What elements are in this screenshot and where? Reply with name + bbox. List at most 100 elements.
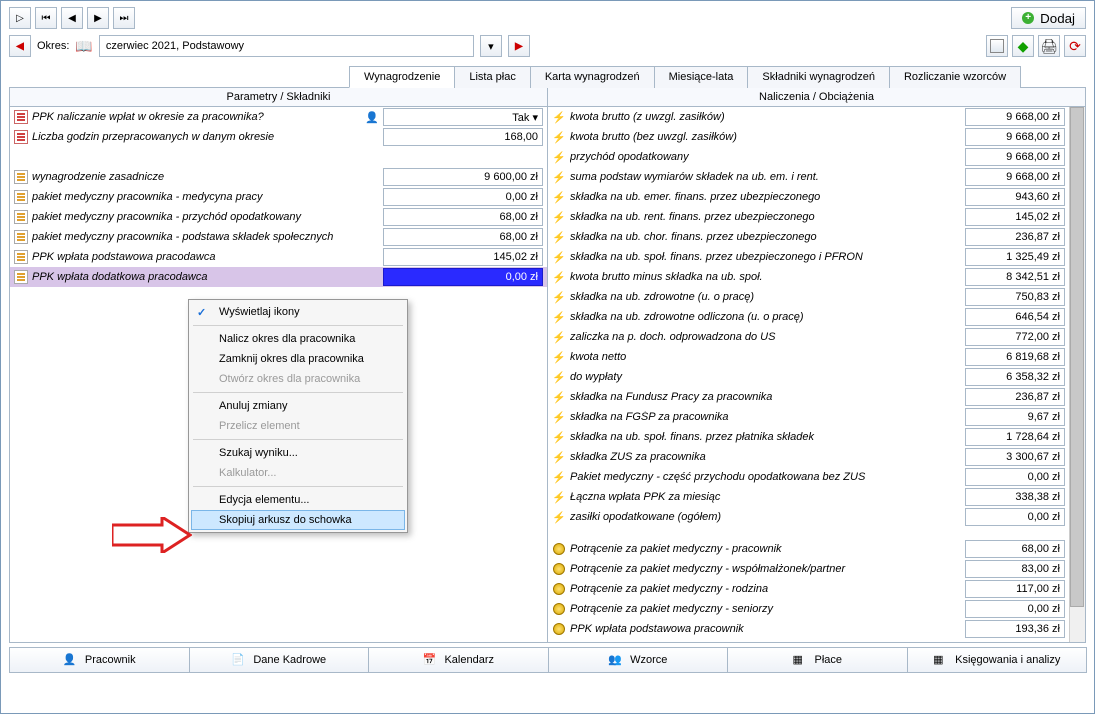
value-field[interactable]: 0,00 zł [383, 268, 543, 286]
value-field[interactable]: 68,00 zł [383, 228, 543, 246]
calculation-row[interactable]: Potrącenie za pakiet medyczny - rodzina1… [548, 579, 1069, 599]
parameter-row[interactable]: PPK naliczanie wpłat w okresie za pracow… [10, 107, 547, 127]
menu-item-label: Przelicz element [219, 420, 300, 432]
calculation-row[interactable]: Potrącenie za pakiet medyczny - pracowni… [548, 539, 1069, 559]
bottom-tab-pracownik[interactable]: 👤Pracownik [9, 647, 190, 673]
period-prev-button[interactable]: ◀ [9, 35, 31, 57]
coin-icon [552, 602, 566, 616]
parameter-row[interactable]: pakiet medyczny pracownika - podstawa sk… [10, 227, 547, 247]
component-icon [14, 270, 28, 284]
calculation-row[interactable]: ⚡składka ZUS za pracownika3 300,67 zł [548, 447, 1069, 467]
period-next-button[interactable]: ▶ [508, 35, 530, 57]
bolt-icon: ⚡ [552, 390, 566, 404]
scrollbar-thumb[interactable] [1070, 107, 1084, 607]
help-button[interactable]: ◆ [1012, 35, 1034, 57]
calculation-row[interactable]: PPK wpłata podstawowa pracownik193,36 zł [548, 619, 1069, 639]
parameter-row[interactable]: wynagrodzenie zasadnicze9 600,00 zł [10, 167, 547, 187]
calculation-row[interactable]: Potrącenie za pakiet medyczny - seniorzy… [548, 599, 1069, 619]
value-field: 0,00 zł [965, 508, 1065, 526]
value-field[interactable]: 168,00 [383, 128, 543, 146]
menu-item-label: Kalkulator... [219, 467, 276, 479]
menu-item[interactable]: Zamknij okres dla pracownika [191, 349, 405, 369]
menu-item[interactable]: Edycja elementu... [191, 490, 405, 510]
nav-play-button[interactable]: ▷ [9, 7, 31, 29]
tab-wynagrodzenie[interactable]: Wynagrodzenie [349, 66, 455, 88]
calculation-row[interactable]: ⚡składka na ub. zdrowotne (u. o pracę)75… [548, 287, 1069, 307]
calculation-row[interactable]: ⚡składka na ub. chor. finans. przez ubez… [548, 227, 1069, 247]
calculation-row[interactable]: ⚡składka na Fundusz Pracy za pracownika2… [548, 387, 1069, 407]
calculation-row[interactable]: ⚡kwota brutto (z uwzgl. zasiłków)9 668,0… [548, 107, 1069, 127]
parameter-row[interactable]: pakiet medyczny pracownika - przychód op… [10, 207, 547, 227]
menu-item[interactable]: Skopiuj arkusz do schowka [191, 510, 405, 530]
calculation-row[interactable]: ⚡składka na ub. społ. finans. przez ubez… [548, 247, 1069, 267]
tab-lista-p-ac[interactable]: Lista płac [454, 66, 530, 88]
print-button[interactable]: 🖨 [1038, 35, 1060, 57]
bottom-tabs: 👤Pracownik📄Dane Kadrowe📅Kalendarz👥Wzorce… [9, 647, 1086, 673]
value-field[interactable]: 145,02 zł [383, 248, 543, 266]
tab-rozliczanie-wzorc-w[interactable]: Rozliczanie wzorców [889, 66, 1021, 88]
calculation-row[interactable]: ⚡składka na ub. emer. finans. przez ubez… [548, 187, 1069, 207]
period-dropdown-button[interactable]: ▾ [480, 35, 502, 57]
calculation-row[interactable]: ⚡kwota brutto minus składka na ub. społ.… [548, 267, 1069, 287]
value-field: 9 668,00 zł [965, 128, 1065, 146]
parameter-row[interactable]: pakiet medyczny pracownika - medycyna pr… [10, 187, 547, 207]
component-icon [14, 210, 28, 224]
nav-prev-button[interactable]: ◀ [61, 7, 83, 29]
menu-item[interactable]: Anuluj zmiany [191, 396, 405, 416]
calculation-row[interactable]: ⚡kwota brutto (bez uwzgl. zasiłków)9 668… [548, 127, 1069, 147]
tab-karta-wynagrodze-[interactable]: Karta wynagrodzeń [530, 66, 655, 88]
bottom-tab-wzorce[interactable]: 👥Wzorce [548, 647, 729, 673]
value-field: 9 668,00 zł [965, 108, 1065, 126]
nav-next-button[interactable]: ▶ [87, 7, 109, 29]
calculation-row[interactable]: ⚡zasiłki opodatkowane (ogółem)0,00 zł [548, 507, 1069, 527]
calculator-button[interactable] [986, 35, 1008, 57]
calculation-row[interactable]: ⚡przychód opodatkowany9 668,00 zł [548, 147, 1069, 167]
bottom-tab-kalendarz[interactable]: 📅Kalendarz [368, 647, 549, 673]
menu-item[interactable]: Szukaj wyniku... [191, 443, 405, 463]
menu-item[interactable]: Nalicz okres dla pracownika [191, 329, 405, 349]
value-field: 8 342,51 zł [965, 268, 1065, 286]
calculation-row[interactable]: ⚡kwota netto6 819,68 zł [548, 347, 1069, 367]
add-button[interactable]: + Dodaj [1011, 7, 1086, 29]
value-field: 9 668,00 zł [965, 168, 1065, 186]
parameter-icon [14, 110, 28, 124]
tab-miesi-ce-lata[interactable]: Miesiące-lata [654, 66, 749, 88]
calculation-row[interactable]: ⚡Łączna wpłata PPK za miesiąc338,38 zł [548, 487, 1069, 507]
menu-item[interactable]: ✓Wyświetlaj ikony [191, 302, 405, 322]
bottom-tab-dane-kadrowe[interactable]: 📄Dane Kadrowe [189, 647, 370, 673]
tab-sk-adniki-wynagrodze-[interactable]: Składniki wynagrodzeń [747, 66, 890, 88]
calculation-row[interactable]: ⚡składka na ub. społ. finans. przez płat… [548, 427, 1069, 447]
value-field[interactable]: 68,00 zł [383, 208, 543, 226]
nav-last-button[interactable]: ⏭ [113, 7, 135, 29]
calculation-row[interactable]: ⚡składka na ub. zdrowotne odliczona (u. … [548, 307, 1069, 327]
bottom-tab-ksi-gowania-i-analizy[interactable]: ▦Księgowania i analizy [907, 647, 1088, 673]
calculation-row[interactable]: ⚡zaliczka na p. doch. odprowadzona do US… [548, 327, 1069, 347]
menu-item-label: Zamknij okres dla pracownika [219, 353, 364, 365]
menu-separator [193, 486, 403, 487]
row-label: do wypłaty [570, 371, 961, 383]
nav-first-button[interactable]: ⏮ [35, 7, 57, 29]
calculation-row[interactable]: ⚡do wypłaty6 358,32 zł [548, 367, 1069, 387]
calculation-row[interactable]: ⚡suma podstaw wymiarów składek na ub. em… [548, 167, 1069, 187]
calculation-row[interactable]: ⚡składka na ub. rent. finans. przez ubez… [548, 207, 1069, 227]
tab-icon: 📅 [422, 653, 436, 667]
row-label: składka na ub. zdrowotne (u. o pracę) [570, 291, 961, 303]
parameter-row[interactable]: PPK wpłata podstawowa pracodawca145,02 z… [10, 247, 547, 267]
period-input[interactable]: czerwiec 2021, Podstawowy [99, 35, 474, 57]
value-field[interactable]: Tak ▾ [383, 108, 543, 126]
value-field: 9,67 zł [965, 408, 1065, 426]
row-label: składka na Fundusz Pracy za pracownika [570, 391, 961, 403]
scrollbar[interactable] [1069, 107, 1085, 642]
refresh-button[interactable]: ⟳ [1064, 35, 1086, 57]
bolt-icon: ⚡ [552, 330, 566, 344]
calculation-row[interactable]: ⚡Pakiet medyczny - część przychodu opoda… [548, 467, 1069, 487]
menu-separator [193, 325, 403, 326]
value-field[interactable]: 0,00 zł [383, 188, 543, 206]
parameter-row[interactable]: Liczba godzin przepracowanych w danym ok… [10, 127, 547, 147]
parameter-row[interactable]: PPK wpłata dodatkowa pracodawca0,00 zł [10, 267, 547, 287]
bottom-tab-p-ace[interactable]: ▦Płace [727, 647, 908, 673]
calculation-row[interactable]: ⚡składka na FGŚP za pracownika9,67 zł [548, 407, 1069, 427]
coin-icon [552, 542, 566, 556]
value-field[interactable]: 9 600,00 zł [383, 168, 543, 186]
calculation-row[interactable]: Potrącenie za pakiet medyczny - współmał… [548, 559, 1069, 579]
